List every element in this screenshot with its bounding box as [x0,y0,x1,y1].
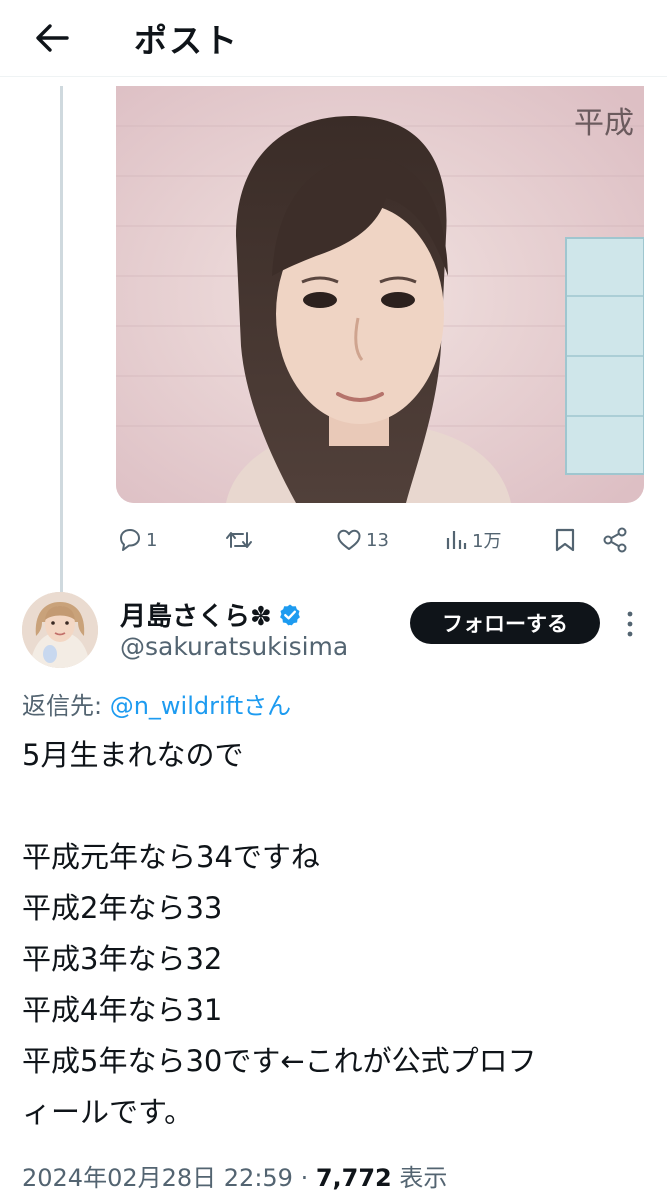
more-vertical-icon [627,611,633,637]
views-action[interactable]: 1万 [444,520,501,560]
bookmark-icon [555,528,575,552]
meta-separator: · [292,1164,316,1192]
replying-to-prefix: 返信先: [22,692,110,720]
post-meta: 2024年02月28日 22:59 · 7,772 表示 [22,1158,447,1193]
bookmark-action[interactable] [554,520,576,560]
thread-connector-line [60,86,63,592]
post-text-line: 平成元年なら34ですね [22,840,320,874]
post-text-line: 5月生まれなので [22,738,244,772]
more-options-button[interactable] [614,606,646,642]
share-icon [603,527,627,553]
reply-action[interactable]: 1 [116,520,157,560]
like-count: 13 [366,529,389,551]
post-text: 5月生まれなので 平成元年なら34ですね 平成2年なら33 平成3年なら32 平… [22,730,642,1138]
author-name-row[interactable]: 月島さくら✽ [120,596,302,633]
post-text-line: 平成3年なら32 [22,942,223,976]
replying-to-suffix[interactable]: さん [243,692,291,720]
heart-icon [337,529,361,550]
view-count: 1万 [472,531,502,552]
post-text-blank-line [22,781,642,832]
action-bar: 1 13 1万 [116,520,636,560]
reply-count: 1 [146,529,158,551]
analytics-icon [446,531,467,549]
avatar[interactable] [22,592,98,668]
repost-icon [226,532,252,548]
back-button[interactable] [30,16,74,60]
arrow-left-icon [36,24,69,52]
like-action[interactable]: 13 [336,520,389,560]
portrait-image [116,86,644,503]
share-action[interactable] [602,520,628,560]
author-handle[interactable]: @sakuratsukisima [120,632,348,661]
post-text-line: ィールです。 [22,1095,194,1129]
post-text-line: 平成2年なら33 [22,891,223,925]
top-bar: ポスト [0,0,667,77]
page-title: ポスト [134,21,239,60]
author-display-name: 月島さくら✽ [120,602,272,632]
post-text-line: 平成4年なら31 [22,993,223,1027]
reply-icon [120,529,140,551]
views-label: 表示 [391,1164,448,1192]
replying-to-mention[interactable]: @n_wildrift [110,692,243,720]
follow-button[interactable]: フォローする [410,602,600,644]
avatar-image [22,592,98,668]
photo-era-label: 平成 [574,106,634,141]
verified-badge-icon [279,604,300,625]
replying-to: 返信先: @n_wildriftさん [22,686,291,721]
repost-action[interactable] [224,520,258,560]
view-count-total: 7,772 [315,1164,392,1192]
post-timestamp[interactable]: 2024年02月28日 22:59 [22,1164,293,1192]
post-photo[interactable]: 平成 [116,86,644,503]
post-text-line: 平成5年なら30です←これが公式プロフ [22,1044,537,1078]
